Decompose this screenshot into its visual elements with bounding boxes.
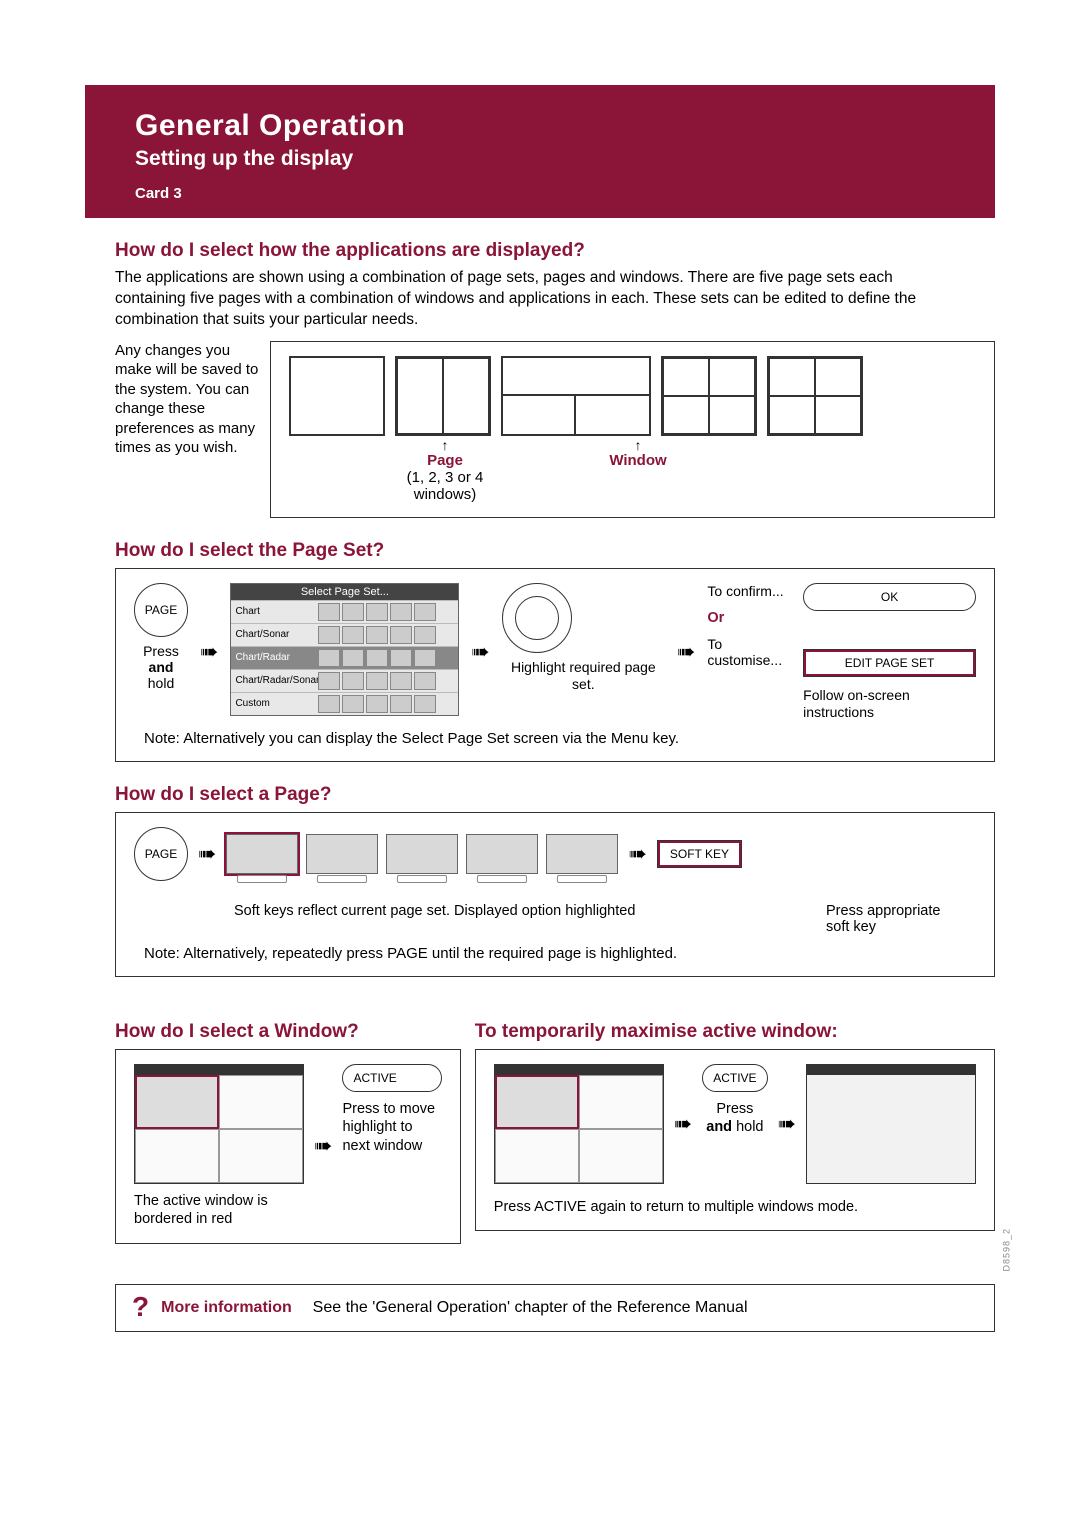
s3-title: How do I select a Page? (115, 784, 995, 806)
pageset-1window (289, 356, 385, 436)
s2-title: How do I select the Page Set? (115, 540, 995, 562)
arrow-right-icon: ➠ (196, 841, 218, 867)
header: General Operation Setting up the display… (85, 85, 995, 218)
s4a-title: How do I select a Window? (115, 1021, 461, 1043)
page-button[interactable]: PAGE (134, 583, 188, 637)
active-window (135, 1075, 219, 1129)
arrow-right-icon: ➠ (776, 1111, 798, 1137)
softkey-1[interactable] (226, 834, 298, 874)
diagram-maximise-window: ➠ ACTIVE Press and hold ➠ Press ACTIV (475, 1049, 995, 1231)
arrow-right-icon: ➠ (469, 639, 491, 665)
question-icon: ? (132, 1299, 149, 1316)
s4b-caption: Press ACTIVE again to return to multiple… (494, 1198, 976, 1216)
s2-note: Note: Alternatively you can display the … (144, 730, 976, 747)
s4b-title: To temporarily maximise active window: (475, 1021, 995, 1043)
arrow-right-icon: ➠ (198, 639, 220, 665)
pageset-3window (501, 356, 651, 436)
page-label: Page (427, 452, 463, 469)
active-button[interactable]: ACTIVE (342, 1064, 441, 1092)
page-sublabel: (1, 2, 3 or 4 windows) (407, 469, 484, 503)
edit-page-set-button[interactable]: EDIT PAGE SET (803, 649, 976, 677)
more-info-text: See the 'General Operation' chapter of t… (313, 1299, 748, 1317)
soft-key-button[interactable]: SOFT KEY (657, 840, 742, 868)
pageset-4window-b (767, 356, 863, 436)
multi-window-screen (134, 1064, 304, 1184)
pageset-4window (661, 356, 757, 436)
more-info-label: More information (161, 1299, 292, 1317)
arrow-right-icon: ➠ (672, 1111, 694, 1137)
doc-title: General Operation (135, 109, 995, 143)
softkey-5[interactable] (546, 834, 618, 874)
multi-window-screen (494, 1064, 664, 1184)
arrow-up-icon: ↑ (563, 438, 713, 452)
s1-title: How do I select how the applications are… (115, 240, 995, 262)
s3-note: Note: Alternatively, repeatedly press PA… (144, 945, 976, 962)
maximised-window-screen (806, 1064, 976, 1184)
arrow-right-icon: ➠ (675, 639, 697, 665)
doc-subtitle: Setting up the display (135, 147, 995, 171)
select-page-set-screen: Select Page Set... Chart Chart/Sonar Cha… (230, 583, 459, 716)
page-set-illustration (289, 356, 976, 436)
window-label: Window (609, 452, 666, 469)
s3-caption-right: Press appropriate soft key (826, 903, 956, 935)
softkey-3[interactable] (386, 834, 458, 874)
card-number: Card 3 (135, 185, 995, 202)
diagram-select-page: PAGE ➠ ➠ SOFT KEY Soft keys reflect curr… (115, 812, 995, 977)
arrow-right-icon: ➠ (626, 841, 648, 867)
softkey-4[interactable] (466, 834, 538, 874)
diagram-select-window: The active window is bordered in red ➠ A… (115, 1049, 461, 1243)
s1-para: The applications are shown using a combi… (115, 268, 965, 331)
pageset-2window (395, 356, 491, 436)
diagram-page-sets: Any changes you make will be saved to th… (115, 341, 995, 518)
more-info-box: ? More information See the 'General Oper… (115, 1284, 995, 1332)
s1-left-note: Any changes you make will be saved to th… (115, 341, 270, 518)
s3-caption-left: Soft keys reflect current page set. Disp… (234, 903, 635, 935)
page-button[interactable]: PAGE (134, 827, 188, 881)
rotary-control[interactable] (502, 583, 572, 653)
diagram-select-pageset: PAGE Press and hold ➠ Select Page Set...… (115, 568, 995, 763)
arrow-up-icon: ↑ (397, 438, 493, 452)
softkey-2[interactable] (306, 834, 378, 874)
or-label: Or (707, 610, 793, 626)
content: How do I select how the applications are… (0, 240, 1080, 1372)
ok-button[interactable]: OK (803, 583, 976, 611)
doc-code: D8598_2 (1002, 1228, 1012, 1272)
active-button[interactable]: ACTIVE (702, 1064, 767, 1092)
arrow-right-icon: ➠ (312, 1133, 334, 1159)
